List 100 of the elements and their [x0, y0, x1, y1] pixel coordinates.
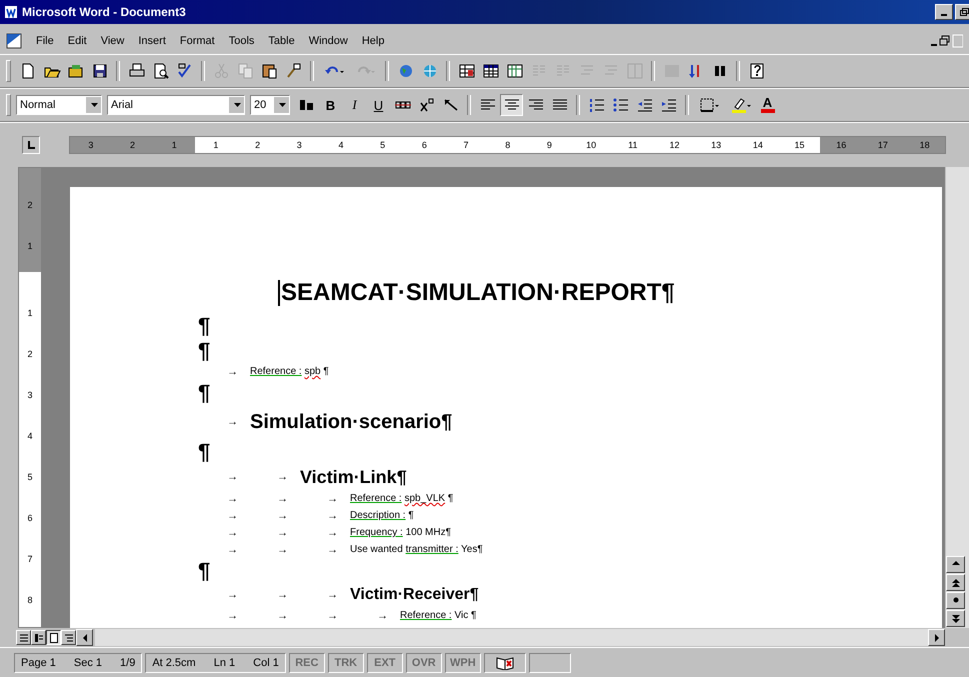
tab-mark: → [376, 610, 389, 622]
ruler-number: 11 [627, 139, 638, 152]
restore-icon [960, 8, 968, 16]
ruler-number: 7 [462, 139, 470, 152]
bulleted-list-icon [612, 96, 630, 114]
left-tab-icon [27, 141, 35, 149]
numbered-list-icon [588, 96, 606, 114]
ruler-number: 17 [876, 139, 889, 152]
table-grid-icon [482, 62, 500, 80]
menu-item[interactable]: View [94, 33, 130, 49]
dropdown-arrow-icon [278, 103, 286, 107]
save-icon [90, 62, 108, 80]
ruler-number: 3 [296, 139, 303, 152]
page-layout-view-button[interactable] [46, 630, 61, 645]
ruler-number: 9 [546, 139, 553, 152]
status-text: Sec 1 [74, 656, 102, 668]
field-line: Reference : spb_VLK ¶ [350, 493, 454, 504]
menu-item[interactable]: File [30, 33, 60, 49]
tab-mark: → [226, 510, 239, 522]
bold-button[interactable]: B [319, 94, 342, 116]
menu-item[interactable]: Tools [222, 33, 260, 49]
font-color-button[interactable]: A [756, 94, 779, 116]
scroll-left-button[interactable] [76, 629, 93, 646]
document-icon [6, 33, 22, 49]
heading: Victim·Receiver¶ [350, 586, 479, 604]
menu-item[interactable]: Help [356, 33, 390, 49]
ruler-number: 3 [87, 139, 94, 152]
help-icon [748, 62, 766, 80]
menu-item[interactable]: Format [174, 33, 221, 49]
ruler-number: 12 [668, 139, 680, 152]
ruler-number: 8 [504, 139, 512, 152]
field-line: Use wanted transmitter : Yes¶ [350, 544, 483, 555]
superscript-icon [418, 96, 436, 114]
ruler-number: 16 [835, 139, 848, 152]
ruler-number: 1 [212, 139, 220, 152]
status-panel [528, 652, 571, 672]
up-arrow-button[interactable] [946, 556, 965, 573]
tab-mark: → [326, 589, 339, 601]
status-text: At 2.5cm [152, 656, 196, 668]
print-preview-icon [152, 62, 170, 80]
field-line: Frequency : 100 MHz¶ [350, 527, 451, 538]
tab-selector[interactable] [22, 136, 40, 154]
field-line: Reference : spb ¶ [250, 366, 329, 377]
highlighter-icon [730, 96, 750, 114]
ruler-number: 1 [26, 240, 34, 252]
ruler-number: 10 [585, 139, 598, 152]
browse-object-button[interactable] [946, 592, 965, 609]
heading: Simulation·scenario¶ [250, 410, 452, 434]
status-text: Ln 1 [214, 656, 236, 668]
border-icon [698, 96, 720, 114]
next-page-button[interactable] [946, 610, 965, 627]
online-view-button[interactable] [31, 630, 46, 645]
ruler-number: 1 [170, 139, 178, 152]
ruler-number: 5 [26, 470, 34, 484]
status-text: Col 1 [253, 656, 279, 668]
clipboard-icon [260, 62, 278, 80]
normal-view-button[interactable] [16, 630, 31, 645]
spelling-status[interactable] [484, 652, 526, 672]
tab-mark: → [276, 589, 289, 601]
spreadsheet-icon [506, 62, 524, 80]
ruler-number: 14 [752, 139, 764, 152]
table-pen-icon [458, 62, 476, 80]
ruler-number: 2 [254, 139, 262, 152]
menu-item[interactable]: Window [302, 33, 354, 49]
paragraph-mark: ¶ [198, 338, 210, 364]
italic-button[interactable]: I [343, 94, 366, 116]
previous-page-button[interactable] [946, 574, 965, 591]
scroll-right-button[interactable] [928, 629, 945, 646]
outline-view-button[interactable] [61, 630, 76, 645]
menu-item[interactable]: Insert [132, 33, 172, 49]
copy-icon [236, 62, 254, 80]
scissors-icon [212, 62, 230, 80]
vertical-scrollbar[interactable] [945, 167, 969, 628]
ruler-number: 2 [26, 198, 34, 212]
tab-mark: → [276, 544, 289, 556]
align-center-button[interactable] [500, 94, 523, 116]
word-logo-icon [4, 5, 18, 19]
ruler-number: 8 [26, 594, 34, 606]
left-arrow-icon [82, 634, 86, 642]
spelling-check-icon [176, 62, 194, 80]
browse-object-icon [952, 596, 960, 604]
menu-item[interactable]: Table [262, 33, 301, 49]
view-icon [48, 632, 58, 642]
menu-item[interactable]: Edit [62, 33, 93, 49]
underline-button[interactable]: U [367, 94, 390, 116]
ruler-number: 5 [379, 139, 386, 152]
restore-button[interactable] [955, 4, 969, 20]
horizontal-scrollbar[interactable] [95, 629, 928, 646]
ruler-number: 6 [26, 512, 34, 524]
tab-mark: → [276, 492, 289, 504]
font-size-dropdown[interactable]: 20 [250, 95, 290, 115]
minimize-button[interactable] [935, 4, 953, 20]
style-dropdown[interactable]: Normal [16, 95, 102, 115]
font-dropdown[interactable]: Arial [107, 95, 245, 115]
status-text: Page 1 [21, 656, 56, 668]
previous-page-icon [952, 578, 960, 586]
ruler-number: 4 [337, 139, 344, 152]
ruler-number: 6 [420, 139, 428, 152]
right-arrow-icon [934, 634, 938, 642]
view-icon [18, 632, 28, 642]
